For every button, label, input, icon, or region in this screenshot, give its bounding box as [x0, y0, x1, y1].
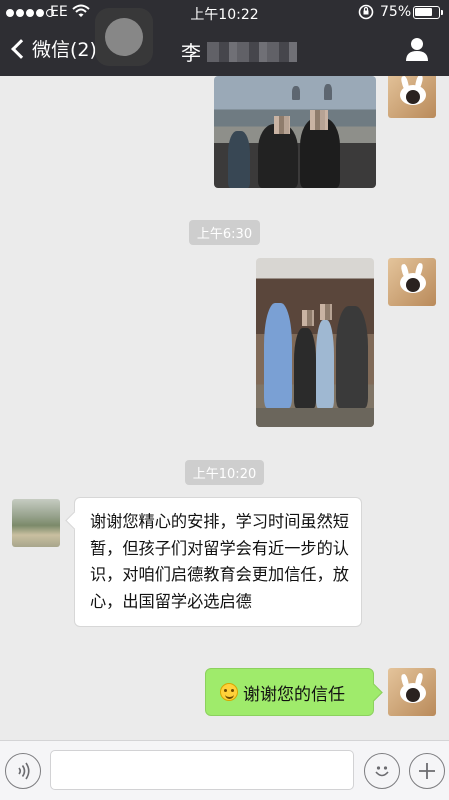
- emoji-button[interactable]: [364, 753, 400, 789]
- nav-bar: 微信(2) 李: [0, 26, 449, 76]
- my-avatar[interactable]: [388, 668, 436, 716]
- person-icon[interactable]: [404, 36, 430, 62]
- voice-icon: [18, 762, 30, 780]
- battery-percent: 75%: [380, 4, 412, 20]
- back-label: 微信(2): [32, 39, 97, 61]
- input-bar: [0, 740, 449, 800]
- timestamp-2: 上午10:20: [0, 460, 449, 485]
- emoji-icon: [375, 766, 389, 777]
- photo-message-2[interactable]: [256, 258, 374, 427]
- friend-avatar[interactable]: [12, 499, 60, 547]
- chevron-left-icon: [11, 38, 31, 59]
- incoming-message-text: 谢谢您精心的安排，学习时间虽然短暂，但孩子们对留学会有近一步的认识，对咱们启德教…: [90, 512, 349, 611]
- timestamp-1: 上午6:30: [0, 220, 449, 245]
- top-bar: EE 上午10:22 75% 微信(2) 李: [0, 0, 449, 76]
- incoming-message[interactable]: 谢谢您精心的安排，学习时间虽然短暂，但孩子们对留学会有近一步的认识，对咱们启德教…: [74, 497, 362, 627]
- blurred-name: [207, 41, 297, 62]
- plus-button[interactable]: [409, 753, 445, 789]
- photo-message-1[interactable]: [214, 76, 376, 188]
- chat-title-text: 李: [181, 41, 201, 65]
- outgoing-message[interactable]: 谢谢您的信任: [205, 668, 374, 716]
- voice-button[interactable]: [5, 753, 41, 789]
- outgoing-message-text: 谢谢您的信任: [243, 684, 345, 705]
- back-button[interactable]: 微信(2): [8, 35, 97, 62]
- rotation-lock-icon: [358, 4, 374, 20]
- chat-title: 李: [181, 37, 297, 66]
- chat-area[interactable]: 上午6:30 上午10:20 谢谢您精心的安排，学习时间虽然短暂，但孩子们对留学…: [0, 76, 449, 740]
- smile-emoji-icon: [220, 683, 238, 701]
- my-avatar[interactable]: [388, 258, 436, 306]
- my-avatar[interactable]: [388, 76, 436, 118]
- status-bar: EE 上午10:22 75%: [0, 0, 449, 26]
- plus-icon: [419, 763, 435, 779]
- battery-icon: [413, 6, 443, 19]
- assistive-touch-button[interactable]: [95, 8, 153, 66]
- message-input[interactable]: [50, 750, 354, 790]
